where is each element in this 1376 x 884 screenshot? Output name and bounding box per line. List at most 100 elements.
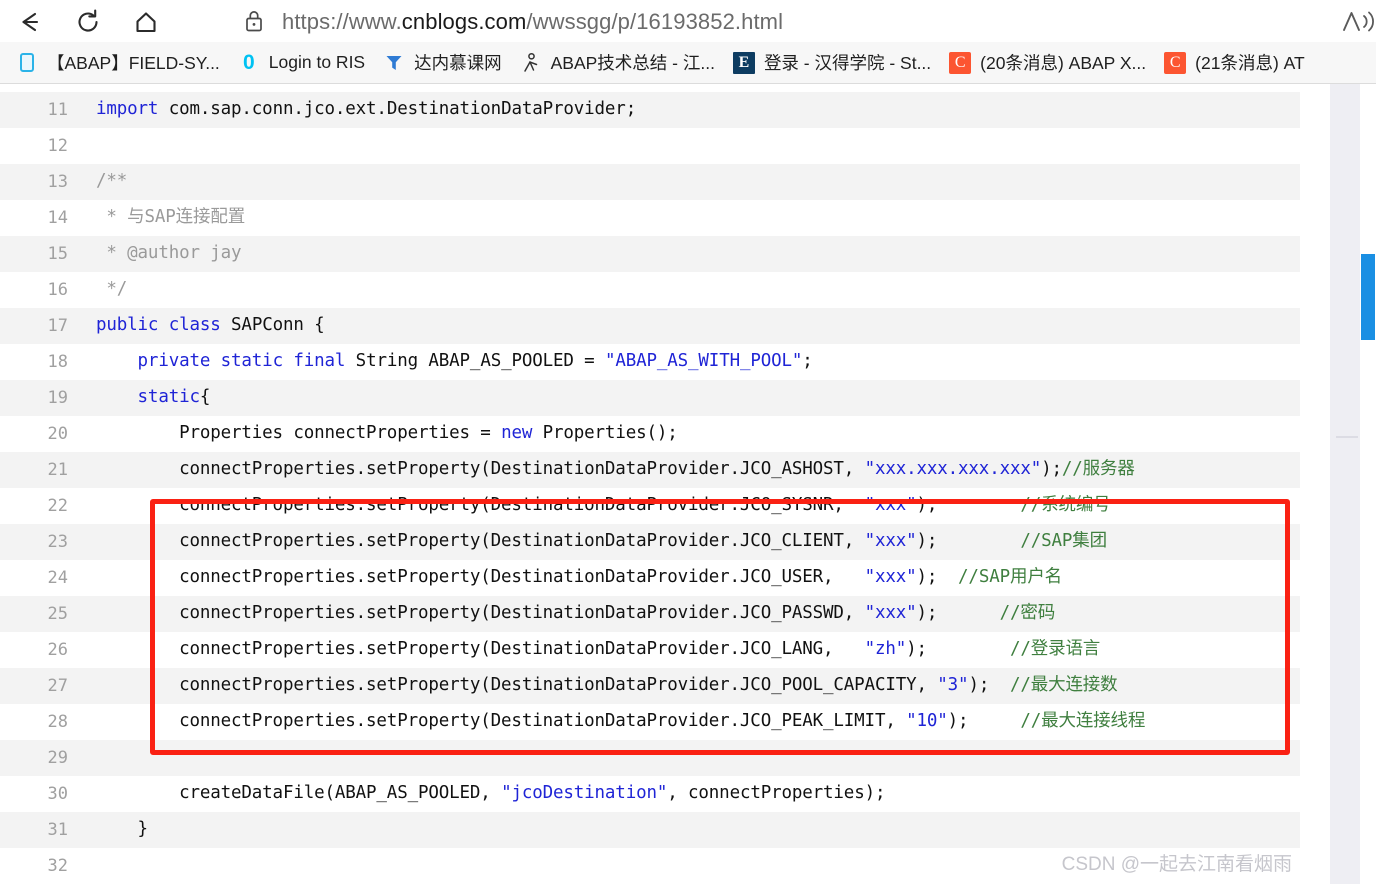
bookmark-item-4[interactable]: E 登录 - 汉得学院 - St... [727, 47, 937, 79]
read-aloud-button[interactable] [1334, 0, 1376, 44]
code-line: 30 createDataFile(ABAP_AS_POOLED, "jcoDe… [0, 776, 1300, 812]
code-line: 15 * @author jay [0, 236, 1300, 272]
code-line: 31 } [0, 812, 1300, 848]
bookmark-label: 【ABAP】FIELD-SY... [47, 53, 220, 73]
line-number: 18 [47, 352, 68, 372]
code-line-text: } [96, 819, 149, 840]
bookmark-label: (21条消息) AT [1195, 53, 1305, 73]
browser-toolbar: https://www.cnblogs.com/wwssgg/p/1619385… [0, 0, 1376, 44]
csdn-watermark: CSDN @一起去江南看烟雨 [1061, 854, 1292, 875]
code-line: 25 connectProperties.setProperty(Destina… [0, 596, 1300, 632]
line-number: 11 [47, 100, 68, 120]
e-icon: E [732, 51, 755, 74]
code-line-partial: 10 import com.sap.conn.jco.JCoException; [0, 84, 1300, 92]
code-line: 17 public class SAPConn { [0, 308, 1300, 344]
person-icon [520, 52, 542, 74]
code-line-text: connectProperties.setProperty(Destinatio… [96, 603, 1056, 624]
line-number: 20 [47, 424, 68, 444]
bookmark-item-5[interactable]: C (20条消息) ABAP X... [943, 47, 1152, 79]
code-line-text: connectProperties.setProperty(Destinatio… [96, 531, 1107, 552]
line-number: 23 [47, 532, 68, 552]
code-line: 26 connectProperties.setProperty(Destina… [0, 632, 1300, 668]
code-line: 22 connectProperties.setProperty(Destina… [0, 488, 1300, 524]
back-button[interactable] [8, 0, 52, 44]
bookmark-label: Login to RIS [268, 52, 366, 72]
code-line: 23 connectProperties.setProperty(Destina… [0, 524, 1300, 560]
line-number: 13 [47, 172, 68, 192]
bookmark-label: (20条消息) ABAP X... [980, 53, 1147, 73]
line-number: 26 [47, 640, 68, 660]
line-number: 15 [47, 244, 68, 264]
code-line-text: /** [96, 171, 128, 192]
code-line: 14 * 与SAP连接配置 [0, 200, 1300, 236]
csdn-icon: C [949, 51, 972, 74]
line-number: 24 [47, 568, 68, 588]
code-line: 11 import com.sap.conn.jco.ext.Destinatio… [0, 92, 1300, 128]
bookmark-label: 登录 - 汉得学院 - St... [763, 53, 932, 73]
read-aloud-icon [1343, 11, 1374, 32]
home-button[interactable] [124, 0, 168, 44]
code-line-text: * @author jay [96, 243, 242, 264]
code-line: 16 */ [0, 272, 1300, 308]
code-line: 21 connectProperties.setProperty(Destina… [0, 452, 1300, 488]
bookmark-item-6[interactable]: C (21条消息) AT [1158, 47, 1311, 79]
code-line-text: connectProperties.setProperty(Destinatio… [96, 495, 1111, 516]
page-scrollbar-thumb[interactable] [1361, 254, 1375, 340]
code-line-text: connectProperties.setProperty(Destinatio… [96, 459, 1135, 480]
code-right-padding [1300, 84, 1332, 884]
page-scrollbar-track[interactable] [1360, 84, 1376, 884]
code-lines: 11 import com.sap.conn.jco.ext.Destinatio… [0, 92, 1300, 884]
code-line: 28 connectProperties.setProperty(Destina… [0, 704, 1300, 740]
back-arrow-icon [22, 12, 39, 32]
line-number: 17 [47, 316, 68, 336]
refresh-button[interactable] [66, 0, 110, 44]
line-number: 14 [47, 208, 68, 228]
bookmark-item-3[interactable]: ABAP技术总结 - 江... [514, 47, 721, 79]
line-number: 25 [47, 604, 68, 624]
bookmark-item-2[interactable]: 达内慕课网 [377, 47, 508, 79]
line-number: 12 [47, 136, 68, 156]
address-bar[interactable]: https://www.cnblogs.com/wwssgg/p/1619385… [228, 0, 1336, 44]
line-number: 21 [47, 460, 68, 480]
code-line-text: * 与SAP连接配置 [96, 207, 246, 228]
code-line-text: Properties connectProperties = new Prope… [96, 423, 678, 444]
code-line: 12 [0, 128, 1300, 164]
code-line-text: private static final String ABAP_AS_POOL… [137, 351, 813, 372]
code-line-text: connectProperties.setProperty(Destinatio… [96, 711, 1146, 732]
line-number: 29 [47, 748, 68, 768]
gutter-tick [1336, 436, 1358, 438]
bookmark-item-0[interactable]: 【ABAP】FIELD-SY... [10, 47, 226, 79]
code-line: 27 connectProperties.setProperty(Destina… [0, 668, 1300, 704]
code-line-text: import com.sap.conn.jco.JCoException; [78, 84, 1300, 85]
code-line-text: import com.sap.conn.jco.ext.DestinationD… [96, 99, 637, 120]
bookmarks-bar: 【ABAP】FIELD-SY... 0 Login to RIS 达内慕课网 A… [0, 42, 1376, 84]
bookmark-item-1[interactable]: 0 Login to RIS [232, 47, 371, 79]
refresh-icon [78, 9, 98, 32]
code-line-text: */ [96, 279, 128, 300]
zero-icon: 0 [242, 51, 255, 74]
line-number: 32 [47, 856, 68, 876]
line-number: 28 [47, 712, 68, 732]
url-text: https://www.cnblogs.com/wwssgg/p/1619385… [282, 8, 784, 34]
lock-icon [246, 11, 262, 32]
phone-icon [16, 52, 38, 74]
line-number: 31 [47, 820, 68, 840]
bookmark-label: 达内慕课网 [414, 53, 502, 73]
line-number: 22 [47, 496, 68, 516]
code-line-text: static{ [137, 387, 211, 408]
line-number: 10 [0, 84, 78, 86]
code-line: 29 [0, 740, 1300, 776]
code-line: 24 connectProperties.setProperty(Destina… [0, 560, 1300, 596]
bookmark-label: ABAP技术总结 - 江... [550, 53, 715, 73]
csdn-icon: C [1164, 51, 1187, 74]
code-line-text: createDataFile(ABAP_AS_POOLED, "jcoDesti… [96, 783, 886, 804]
line-number: 27 [47, 676, 68, 696]
code-line: 20 Properties connectProperties = new Pr… [0, 416, 1300, 452]
page-content: 10 import com.sap.conn.jco.JCoException;… [0, 84, 1376, 884]
code-line: 13 /** [0, 164, 1300, 200]
code-line: 19 static{ [0, 380, 1300, 416]
page-side-gutter [1330, 84, 1360, 884]
funnel-icon [383, 52, 405, 74]
code-line-text: connectProperties.setProperty(Destinatio… [96, 567, 1063, 588]
code-line-text: connectProperties.setProperty(Destinatio… [96, 639, 1101, 660]
